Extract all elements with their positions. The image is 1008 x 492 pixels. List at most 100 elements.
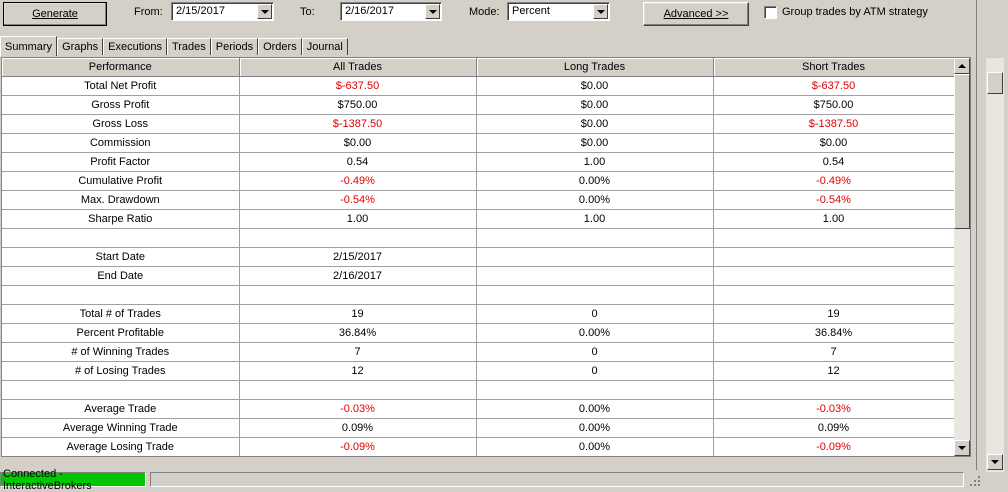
tab-summary[interactable]: Summary (0, 36, 58, 56)
cell-short-trades[interactable]: 0.09% (713, 418, 955, 438)
cell-long-trades[interactable]: 1.00 (476, 152, 714, 172)
scroll-down-button[interactable] (954, 440, 970, 456)
from-date-picker[interactable]: 2/15/2017 (171, 2, 274, 21)
cell-long-trades[interactable]: 0.00% (476, 323, 714, 343)
cell-short-trades[interactable]: -0.54% (713, 190, 955, 210)
tab-orders[interactable]: Orders (258, 38, 302, 55)
mode-select[interactable]: Percent (507, 2, 610, 21)
chevron-down-icon[interactable] (257, 4, 272, 19)
cell-all-trades[interactable] (239, 228, 477, 248)
cell-metric[interactable]: # of Winning Trades (2, 342, 240, 362)
cell-metric[interactable]: Start Date (2, 247, 240, 267)
cell-long-trades[interactable] (476, 285, 714, 305)
cell-metric[interactable]: # of Losing Trades (2, 361, 240, 381)
cell-metric[interactable]: Percent Profitable (2, 323, 240, 343)
cell-metric[interactable]: Max. Drawdown (2, 190, 240, 210)
cell-metric[interactable]: Profit Factor (2, 152, 240, 172)
cell-metric[interactable]: Commission (2, 133, 240, 153)
scroll-thumb[interactable] (954, 74, 970, 229)
to-date-picker[interactable]: 2/16/2017 (340, 2, 442, 21)
cell-metric[interactable]: Sharpe Ratio (2, 209, 240, 229)
cell-long-trades[interactable]: $0.00 (476, 114, 714, 134)
tab-graphs[interactable]: Graphs (57, 38, 104, 55)
cell-long-trades[interactable]: 0.00% (476, 418, 714, 438)
generate-button[interactable]: Generate (3, 2, 107, 26)
advanced-button[interactable]: Advanced >> (643, 2, 749, 26)
cell-all-trades[interactable]: $-1387.50 (239, 114, 477, 134)
cell-short-trades[interactable]: $-1387.50 (713, 114, 955, 134)
column-header-all-trades[interactable]: All Trades (239, 58, 477, 77)
cell-short-trades[interactable]: -0.09% (713, 437, 955, 456)
tab-periods[interactable]: Periods (210, 38, 259, 55)
column-header-long-trades[interactable]: Long Trades (476, 58, 714, 77)
cell-metric[interactable]: Average Trade (2, 399, 240, 419)
group-atm-checkbox[interactable] (764, 6, 777, 19)
cell-long-trades[interactable]: 0 (476, 304, 714, 324)
cell-long-trades[interactable]: 0.00% (476, 171, 714, 191)
cell-all-trades[interactable] (239, 285, 477, 305)
cell-all-trades[interactable]: 7 (239, 342, 477, 362)
cell-short-trades[interactable]: $0.00 (713, 133, 955, 153)
cell-long-trades[interactable]: $0.00 (476, 76, 714, 96)
cell-long-trades[interactable]: 0.00% (476, 437, 714, 456)
cell-all-trades[interactable]: -0.03% (239, 399, 477, 419)
cell-short-trades[interactable]: 0.54 (713, 152, 955, 172)
cell-long-trades[interactable]: $0.00 (476, 133, 714, 153)
cell-short-trades[interactable]: 36.84% (713, 323, 955, 343)
cell-long-trades[interactable]: 0 (476, 361, 714, 381)
cell-all-trades[interactable]: 0.54 (239, 152, 477, 172)
cell-metric[interactable]: Gross Profit (2, 95, 240, 115)
cell-short-trades[interactable] (713, 228, 955, 248)
chevron-down-icon[interactable] (425, 4, 440, 19)
tab-journal[interactable]: Journal (301, 38, 348, 55)
cell-all-trades[interactable]: 2/15/2017 (239, 247, 477, 267)
cell-all-trades[interactable]: 36.84% (239, 323, 477, 343)
cell-long-trades[interactable] (476, 228, 714, 248)
cell-all-trades[interactable]: $-637.50 (239, 76, 477, 96)
cell-all-trades[interactable] (239, 380, 477, 400)
cell-long-trades[interactable]: 0.00% (476, 190, 714, 210)
cell-all-trades[interactable]: 0.09% (239, 418, 477, 438)
cell-all-trades[interactable]: 19 (239, 304, 477, 324)
cell-short-trades[interactable]: 12 (713, 361, 955, 381)
cell-short-trades[interactable]: $750.00 (713, 95, 955, 115)
cell-long-trades[interactable]: 0 (476, 342, 714, 362)
cell-metric[interactable]: Average Losing Trade (2, 437, 240, 456)
cell-long-trades[interactable] (476, 380, 714, 400)
cell-metric[interactable] (2, 285, 240, 305)
grid-vertical-scrollbar[interactable] (954, 58, 970, 456)
cell-short-trades[interactable]: -0.49% (713, 171, 955, 191)
scroll-up-button[interactable] (954, 58, 970, 74)
cell-metric[interactable]: Gross Loss (2, 114, 240, 134)
cell-all-trades[interactable]: $0.00 (239, 133, 477, 153)
tab-executions[interactable]: Executions (103, 38, 167, 55)
cell-short-trades[interactable] (713, 380, 955, 400)
cell-all-trades[interactable]: -0.49% (239, 171, 477, 191)
cell-all-trades[interactable]: 1.00 (239, 209, 477, 229)
cell-metric[interactable]: Total # of Trades (2, 304, 240, 324)
cell-long-trades[interactable]: 0.00% (476, 399, 714, 419)
cell-metric[interactable]: Average Winning Trade (2, 418, 240, 438)
chevron-down-icon[interactable] (593, 4, 608, 19)
cell-short-trades[interactable]: $-637.50 (713, 76, 955, 96)
window-vertical-scrollbar[interactable] (986, 58, 1004, 472)
cell-metric[interactable]: End Date (2, 266, 240, 286)
cell-short-trades[interactable]: 1.00 (713, 209, 955, 229)
cell-metric[interactable]: Cumulative Profit (2, 171, 240, 191)
cell-short-trades[interactable] (713, 247, 955, 267)
cell-all-trades[interactable]: 2/16/2017 (239, 266, 477, 286)
window-scroll-down-button[interactable] (987, 454, 1003, 470)
cell-short-trades[interactable]: 7 (713, 342, 955, 362)
tab-trades[interactable]: Trades (166, 38, 211, 55)
cell-long-trades[interactable] (476, 247, 714, 267)
cell-metric[interactable]: Total Net Profit (2, 76, 240, 96)
cell-long-trades[interactable]: 1.00 (476, 209, 714, 229)
cell-short-trades[interactable]: -0.03% (713, 399, 955, 419)
cell-short-trades[interactable]: 19 (713, 304, 955, 324)
size-grip-icon[interactable] (966, 472, 982, 487)
cell-metric[interactable] (2, 228, 240, 248)
cell-short-trades[interactable] (713, 285, 955, 305)
cell-all-trades[interactable]: 12 (239, 361, 477, 381)
cell-all-trades[interactable]: $750.00 (239, 95, 477, 115)
cell-short-trades[interactable] (713, 266, 955, 286)
